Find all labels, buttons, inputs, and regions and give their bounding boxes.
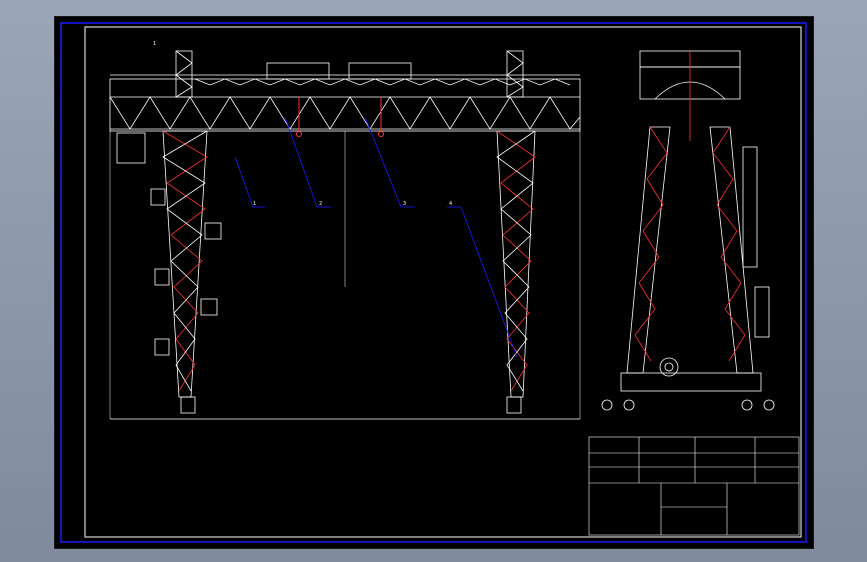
callout-2: 2 (319, 201, 323, 207)
callout-leaders (234, 116, 518, 358)
left-wheel (180, 396, 196, 414)
callout-1: 1 (253, 201, 257, 207)
side-view (601, 50, 775, 411)
ladder-platforms (150, 188, 222, 356)
top-towers (175, 50, 524, 98)
callout-3: 3 (403, 201, 407, 207)
left-leg (162, 130, 208, 398)
title-block (588, 436, 800, 536)
drawing-canvas (60, 22, 807, 543)
cad-viewport: 1 1 2 3 4 (0, 0, 867, 562)
drawing-sheet: 1 1 2 3 4 (54, 16, 814, 549)
right-leg (496, 130, 536, 398)
outer-frame (60, 22, 807, 543)
right-wheel (506, 396, 522, 414)
operator-cab (116, 132, 146, 164)
scale-label: 1 (153, 41, 157, 47)
callout-4: 4 (449, 201, 453, 207)
